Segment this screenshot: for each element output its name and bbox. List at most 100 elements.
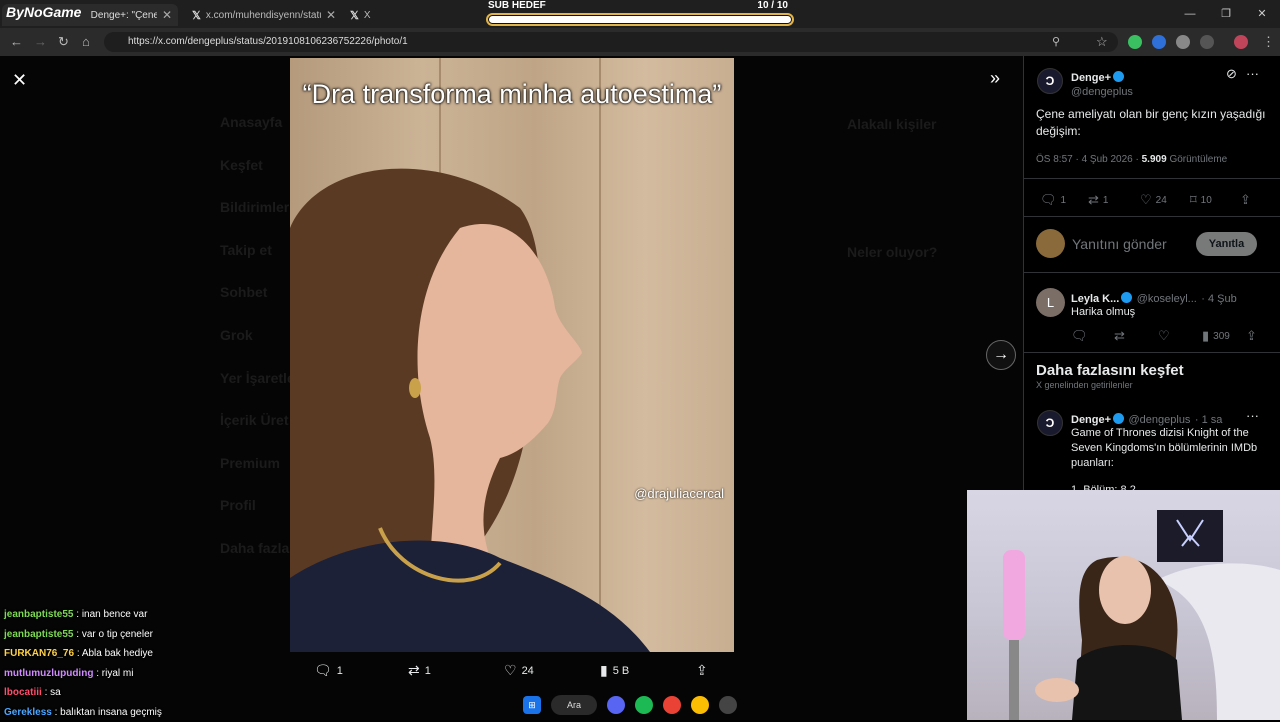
obs-icon[interactable] bbox=[719, 696, 737, 714]
reply-reply-button[interactable]: 🗨 bbox=[1071, 328, 1088, 344]
sub-goal-fill bbox=[489, 16, 791, 23]
window-close-icon[interactable]: ✕ bbox=[1244, 0, 1280, 28]
background-trends-title: Neler oluyor? bbox=[847, 244, 937, 260]
author-handle: @dengeplus bbox=[1071, 86, 1133, 98]
extensions-puzzle-icon[interactable] bbox=[1200, 35, 1214, 49]
windows-start-icon[interactable]: ⊞ bbox=[523, 696, 541, 714]
collapse-panel-icon[interactable]: » bbox=[990, 68, 1000, 89]
bookmark-icon: ⌑ bbox=[1190, 192, 1197, 208]
reply-like-button[interactable]: ♡ bbox=[1158, 328, 1170, 344]
restore-icon[interactable]: ❐ bbox=[1208, 0, 1244, 28]
profile-avatar-icon[interactable] bbox=[1234, 35, 1248, 49]
extension-icon[interactable] bbox=[1176, 35, 1190, 49]
repost-icon: ⇄ bbox=[408, 662, 420, 679]
chat-message: Gerekless : balıktan insana geçmiş bbox=[4, 703, 304, 722]
more-options-icon[interactable]: ··· bbox=[1246, 66, 1259, 81]
chat-username[interactable]: FURKAN76_76 bbox=[4, 648, 74, 659]
chat-username[interactable]: lbocatiii bbox=[4, 687, 42, 698]
chat-text: : riyal mi bbox=[96, 668, 133, 679]
forward-icon[interactable]: → bbox=[34, 28, 47, 56]
chrome-profile-icon[interactable] bbox=[691, 696, 709, 714]
photo-watermark-handle: @drajuliacercal bbox=[634, 486, 724, 501]
reply-time: · 4 Şub bbox=[1201, 293, 1236, 305]
tab-bar: Denge+: "Çene amelİy✕ 𝕏x.com/muhendisyen… bbox=[0, 0, 1280, 28]
minimize-icon[interactable]: — bbox=[1172, 0, 1208, 28]
close-tab-icon[interactable]: ✕ bbox=[162, 8, 172, 22]
reply-author-name[interactable]: Leyla K... bbox=[1071, 293, 1119, 305]
discover-author-name[interactable]: Denge+ bbox=[1071, 414, 1111, 426]
chat-text: : inan bence var bbox=[76, 609, 147, 620]
background-nav-item: Daha fazla bbox=[220, 540, 289, 556]
reply-submit-button[interactable]: Yanıtla bbox=[1196, 232, 1257, 256]
repost-action[interactable]: ⇄1 bbox=[408, 662, 431, 679]
close-tab-icon[interactable]: ✕ bbox=[326, 8, 336, 22]
divider bbox=[1024, 272, 1280, 273]
reload-icon[interactable]: ↻ bbox=[58, 28, 69, 56]
reply-author-avatar[interactable]: L bbox=[1036, 288, 1065, 317]
back-icon[interactable]: ← bbox=[10, 28, 23, 56]
taskbar-search[interactable]: Ara bbox=[551, 695, 597, 715]
post-like-count: 24 bbox=[1156, 195, 1167, 206]
reply-views-count: 309 bbox=[1213, 331, 1230, 342]
share-action[interactable]: ⇪ bbox=[696, 662, 708, 679]
post-like-button[interactable]: ♡ 24 bbox=[1140, 192, 1167, 208]
discover-more-icon[interactable]: ··· bbox=[1246, 408, 1259, 423]
background-nav-item: Takip et bbox=[220, 242, 272, 258]
stream-logo: ByNoGame bbox=[6, 4, 81, 20]
heart-icon: ♡ bbox=[1140, 192, 1152, 208]
spotify-icon[interactable] bbox=[635, 696, 653, 714]
bookmark-star-icon[interactable]: ☆ bbox=[1096, 28, 1108, 56]
author-avatar[interactable]: Ɔ bbox=[1037, 68, 1063, 94]
views-action[interactable]: ▮5 B bbox=[600, 662, 629, 679]
close-viewer-icon[interactable]: ✕ bbox=[12, 70, 27, 91]
chat-username[interactable]: jeanbaptiste55 bbox=[4, 609, 73, 620]
background-nav-item: Bildirimler bbox=[220, 199, 289, 215]
background-nav-item: Keşfet bbox=[220, 157, 263, 173]
share-icon: ⇪ bbox=[696, 662, 708, 679]
tab-muhendisyenn[interactable]: 𝕏x.com/muhendisyenn/status/20✕ bbox=[186, 4, 342, 26]
discord-icon[interactable] bbox=[607, 696, 625, 714]
reply-views[interactable]: ▮309 bbox=[1202, 328, 1230, 344]
post-views-label: Görüntüleme bbox=[1169, 154, 1227, 165]
post-photo[interactable]: “Dra transforma minha autoestima” @draju… bbox=[290, 58, 734, 652]
post-bookmark-button[interactable]: ⌑10 bbox=[1190, 192, 1212, 208]
reply-share-button[interactable]: ⇪ bbox=[1246, 328, 1257, 344]
post-time: ÖS 8:57 · 4 Şub 2026 · bbox=[1036, 154, 1142, 165]
chat-username[interactable]: mutlumuzlupuding bbox=[4, 668, 93, 679]
verified-icon bbox=[1121, 292, 1132, 303]
post-author[interactable]: Denge+ @dengeplus bbox=[1071, 68, 1133, 98]
tab-x[interactable]: 𝕏X bbox=[344, 4, 484, 26]
zoom-icon[interactable]: ⚲ bbox=[1052, 28, 1060, 56]
window-controls: — ❐ ✕ bbox=[1172, 0, 1280, 28]
chrome-icon[interactable] bbox=[663, 696, 681, 714]
background-nav-item: Profil bbox=[220, 497, 256, 513]
background-nav-item: Sohbet bbox=[220, 284, 267, 300]
post-share-button[interactable]: ⇪ bbox=[1240, 192, 1251, 208]
heart-icon: ♡ bbox=[1158, 328, 1170, 344]
home-icon[interactable]: ⌂ bbox=[82, 28, 90, 56]
discover-subtitle: X genelinden getirilenler bbox=[1036, 380, 1133, 390]
grok-icon[interactable]: ⊘ bbox=[1226, 66, 1237, 82]
repost-icon: ⇄ bbox=[1114, 328, 1125, 344]
reply-icon: 🗨 bbox=[314, 662, 332, 679]
discover-author-avatar[interactable]: Ɔ bbox=[1037, 410, 1063, 436]
chat-text: : balıktan insana geçmiş bbox=[55, 707, 162, 718]
reply-action[interactable]: 🗨1 bbox=[314, 662, 343, 679]
taskbar: ⊞ Ara bbox=[515, 690, 770, 720]
like-action[interactable]: ♡24 bbox=[504, 662, 534, 679]
browser-menu-icon[interactable]: ⋮ bbox=[1262, 28, 1275, 56]
post-reply-button[interactable]: 🗨1 bbox=[1040, 192, 1066, 208]
discover-post-time: · 1 sa bbox=[1195, 414, 1223, 426]
post-repost-button[interactable]: ⇄1 bbox=[1088, 192, 1108, 208]
extension-shield-icon[interactable] bbox=[1128, 35, 1142, 49]
reply-icon: 🗨 bbox=[1071, 328, 1088, 344]
reply-input[interactable]: Yanıtını gönder bbox=[1072, 236, 1167, 252]
chat-username[interactable]: jeanbaptiste55 bbox=[4, 629, 73, 640]
reply-repost-button[interactable]: ⇄ bbox=[1114, 328, 1125, 344]
stream-chat: jeanbaptiste55 : inan bence varjeanbapti… bbox=[4, 605, 304, 722]
url-field[interactable]: https://x.com/dengeplus/status/201910810… bbox=[104, 32, 1118, 52]
next-photo-button[interactable]: → bbox=[986, 340, 1016, 370]
chat-message: jeanbaptiste55 : var o tip çeneler bbox=[4, 625, 304, 645]
chat-username[interactable]: Gerekless bbox=[4, 707, 52, 718]
extension-audio-icon[interactable] bbox=[1152, 35, 1166, 49]
